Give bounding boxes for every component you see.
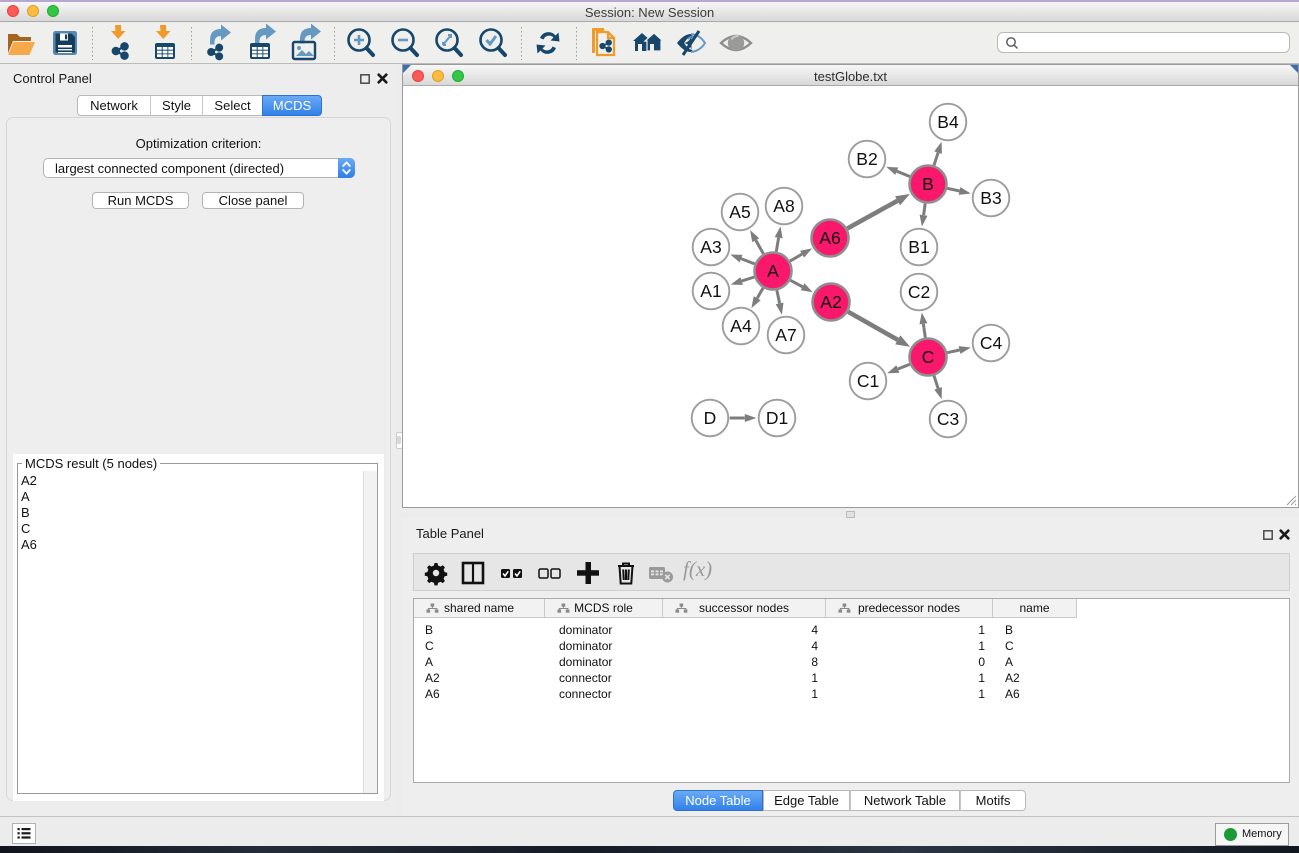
svg-text:B1: B1 [908, 237, 929, 257]
svg-text:A3: A3 [700, 237, 721, 257]
svg-text:A4: A4 [730, 316, 752, 336]
svg-text:D: D [704, 408, 717, 428]
svg-text:A7: A7 [775, 325, 796, 345]
svg-text:C2: C2 [908, 282, 930, 302]
svg-text:A: A [767, 261, 779, 281]
svg-text:B3: B3 [980, 188, 1001, 208]
svg-text:D1: D1 [766, 408, 788, 428]
svg-text:C3: C3 [937, 409, 959, 429]
svg-text:A1: A1 [700, 281, 721, 301]
svg-text:B: B [922, 174, 934, 194]
svg-text:A2: A2 [820, 292, 841, 312]
svg-text:C: C [922, 347, 935, 367]
svg-text:C1: C1 [857, 371, 879, 391]
svg-text:A8: A8 [773, 196, 794, 216]
svg-text:C4: C4 [980, 333, 1003, 353]
svg-text:B4: B4 [937, 112, 959, 132]
svg-text:A5: A5 [729, 202, 750, 222]
svg-text:A6: A6 [819, 228, 840, 248]
svg-text:B2: B2 [856, 149, 877, 169]
